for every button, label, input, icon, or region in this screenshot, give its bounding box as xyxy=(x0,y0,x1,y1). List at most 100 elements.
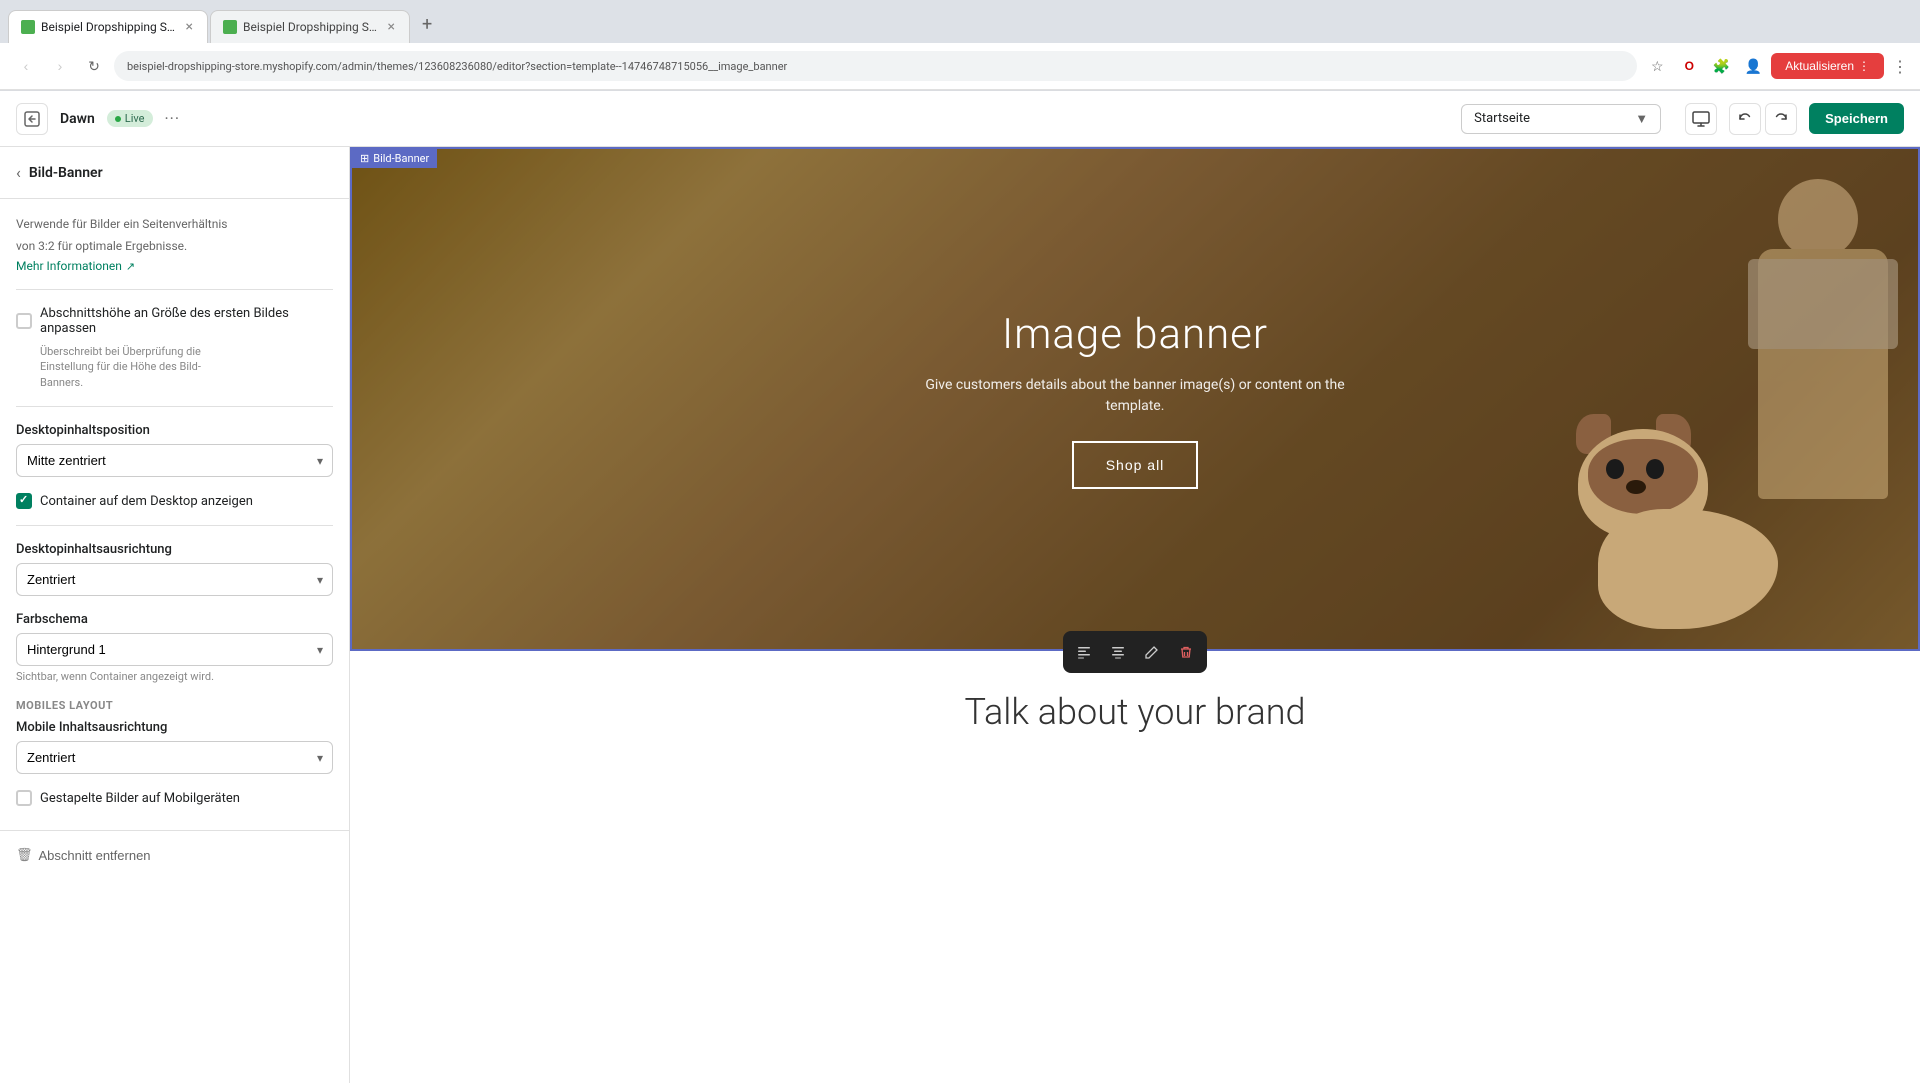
section-height-helper: Überschreibt bei Überprüfung die Einstel… xyxy=(40,344,333,390)
pug-body xyxy=(1598,509,1778,629)
header-more-button[interactable]: ··· xyxy=(165,109,181,128)
browser-tab-2[interactable]: Beispiel Dropshipping Store × xyxy=(210,10,410,43)
toolbar-align-left-button[interactable] xyxy=(1067,635,1101,669)
pug-eye-right xyxy=(1646,459,1664,479)
divider-3 xyxy=(16,525,333,526)
panel-back-button[interactable]: ‹ xyxy=(16,163,21,182)
reload-button[interactable]: ↻ xyxy=(80,52,108,80)
trash-icon: 🗑 xyxy=(16,847,33,863)
banner-label: ⊞ Bild-Banner xyxy=(352,149,437,168)
desktop-container-label: Container auf dem Desktop anzeigen xyxy=(40,494,253,509)
back-button[interactable]: ‹ xyxy=(12,52,40,80)
header-icons xyxy=(1685,103,1717,135)
undo-redo xyxy=(1729,103,1797,135)
page-selector[interactable]: Startseite ▼ xyxy=(1461,104,1661,134)
desktop-content-pos-select-wrapper: Mitte zentriert ▾ xyxy=(16,444,333,477)
desktop-align-label: Desktopinhaltsausrichtung xyxy=(16,542,333,557)
desktop-content-pos-select[interactable]: Mitte zentriert xyxy=(16,444,333,477)
banner-subtitle: Give customers details about the banner … xyxy=(905,375,1365,417)
browser-more-button[interactable]: ⋮ xyxy=(1892,57,1908,76)
banner-label-icon: ⊞ xyxy=(360,152,369,165)
mobile-align-group: Mobile Inhaltsausrichtung Zentriert ▾ xyxy=(16,720,333,774)
pug-eye-left xyxy=(1606,459,1624,479)
tab-favicon-1 xyxy=(21,20,35,34)
shop-all-button[interactable]: Shop all xyxy=(1072,441,1199,489)
page-selector-value: Startseite xyxy=(1474,111,1530,126)
mobile-align-label: Mobile Inhaltsausrichtung xyxy=(16,720,333,735)
mobile-stacked-label: Gestapelte Bilder auf Mobilgeräten xyxy=(40,791,240,806)
profile-button[interactable]: 👤 xyxy=(1739,52,1767,80)
live-dot xyxy=(115,116,121,122)
theme-name: Dawn xyxy=(60,111,95,127)
pug-face-dark xyxy=(1588,439,1698,514)
toolbar-edit-button[interactable] xyxy=(1135,635,1169,669)
section-height-checkbox[interactable] xyxy=(16,313,32,329)
color-scheme-label: Farbschema xyxy=(16,612,333,627)
new-tab-button[interactable]: + xyxy=(412,8,442,41)
undo-button[interactable] xyxy=(1729,103,1761,135)
browser-tabs: Beispiel Dropshipping Store ·... × Beisp… xyxy=(0,0,1920,43)
browser-tab-1[interactable]: Beispiel Dropshipping Store ·... × xyxy=(8,10,208,43)
nav-actions: ☆ O 🧩 👤 Aktualisieren ⋮ ⋮ xyxy=(1643,52,1908,80)
page-selector-arrow: ▼ xyxy=(1635,111,1648,127)
opera-button[interactable]: O xyxy=(1675,52,1703,80)
desktop-align-group: Desktopinhaltsausrichtung Zentriert ▾ xyxy=(16,542,333,596)
image-banner-wrapper: ⊞ Bild-Banner xyxy=(350,147,1920,651)
left-panel: ‹ Bild-Banner Verwende für Bilder ein Se… xyxy=(0,147,350,1083)
banner-content: Image banner Give customers details abou… xyxy=(885,290,1385,509)
brand-title: Talk about your brand xyxy=(370,691,1900,733)
redo-button[interactable] xyxy=(1765,103,1797,135)
divider-1 xyxy=(16,289,333,290)
save-button[interactable]: Speichern xyxy=(1809,103,1904,134)
preview-content: ⊞ Bild-Banner xyxy=(350,147,1920,1083)
extensions-button[interactable]: 🧩 xyxy=(1707,52,1735,80)
desktop-align-select[interactable]: Zentriert xyxy=(16,563,333,596)
info-text-2: von 3:2 für optimale Ergebnisse. xyxy=(16,237,333,255)
toolbar-delete-button[interactable] xyxy=(1169,635,1203,669)
desktop-content-pos-label: Desktopinhaltsposition xyxy=(16,423,333,438)
color-scheme-select-wrapper: Hintergrund 1 ▾ xyxy=(16,633,333,666)
delete-section-button[interactable]: 🗑 Abschnitt entfernen xyxy=(16,847,151,863)
app-container: Dawn Live ··· Startseite ▼ Speichern xyxy=(0,91,1920,1083)
device-view-button[interactable] xyxy=(1685,103,1717,135)
mobile-stacked-row: Gestapelte Bilder auf Mobilgeräten xyxy=(16,790,333,806)
section-height-row: Abschnittshöhe an Größe des ersten Bilde… xyxy=(16,306,333,336)
live-badge: Live xyxy=(107,110,153,127)
address-bar[interactable]: beispiel-dropshipping-store.myshopify.co… xyxy=(114,51,1637,81)
aktualisieren-button[interactable]: Aktualisieren ⋮ xyxy=(1771,53,1884,79)
desktop-content-pos-group: Desktopinhaltsposition Mitte zentriert ▾ xyxy=(16,423,333,477)
panel-header: ‹ Bild-Banner xyxy=(0,147,349,199)
toolbar-align-center-button[interactable] xyxy=(1101,635,1135,669)
app-header: Dawn Live ··· Startseite ▼ Speichern xyxy=(0,91,1920,147)
color-scheme-select[interactable]: Hintergrund 1 xyxy=(16,633,333,666)
pug-illustration xyxy=(1558,389,1838,649)
tab-title-2: Beispiel Dropshipping Store xyxy=(243,20,380,34)
panel-title: Bild-Banner xyxy=(29,165,103,181)
desktop-container-checkbox[interactable] xyxy=(16,493,32,509)
info-text-1: Verwende für Bilder ein Seitenverhältnis xyxy=(16,215,333,233)
forward-button[interactable]: › xyxy=(46,52,74,80)
bookmark-button[interactable]: ☆ xyxy=(1643,52,1671,80)
browser-nav: ‹ › ↻ beispiel-dropshipping-store.myshop… xyxy=(0,43,1920,90)
header-back-icon[interactable] xyxy=(16,103,48,135)
tab-close-1[interactable]: × xyxy=(184,19,195,35)
live-label: Live xyxy=(125,112,145,125)
color-scheme-hint: Sichtbar, wenn Container angezeigt wird. xyxy=(16,670,333,683)
divider-2 xyxy=(16,406,333,407)
image-banner: Image banner Give customers details abou… xyxy=(352,149,1918,649)
panel-content: Verwende für Bilder ein Seitenverhältnis… xyxy=(0,199,349,830)
bottom-actions: 🗑 Abschnitt entfernen xyxy=(0,830,349,879)
mobile-align-select[interactable]: Zentriert xyxy=(16,741,333,774)
mobile-align-select-wrapper: Zentriert ▾ xyxy=(16,741,333,774)
mobile-stacked-checkbox[interactable] xyxy=(16,790,32,806)
mobile-section-title: MOBILES LAYOUT xyxy=(16,699,333,712)
preview-area: ⊞ Bild-Banner xyxy=(350,147,1920,1083)
color-scheme-group: Farbschema Hintergrund 1 ▾ Sichtbar, wen… xyxy=(16,612,333,683)
banner-title: Image banner xyxy=(905,310,1365,359)
tab-favicon-2 xyxy=(223,20,237,34)
info-link[interactable]: Mehr Informationen ↗ xyxy=(16,259,333,273)
section-height-label: Abschnittshöhe an Größe des ersten Bilde… xyxy=(40,306,333,336)
tab-title-1: Beispiel Dropshipping Store ·... xyxy=(41,20,178,34)
tab-close-2[interactable]: × xyxy=(386,19,397,35)
floating-toolbar xyxy=(1063,631,1207,673)
